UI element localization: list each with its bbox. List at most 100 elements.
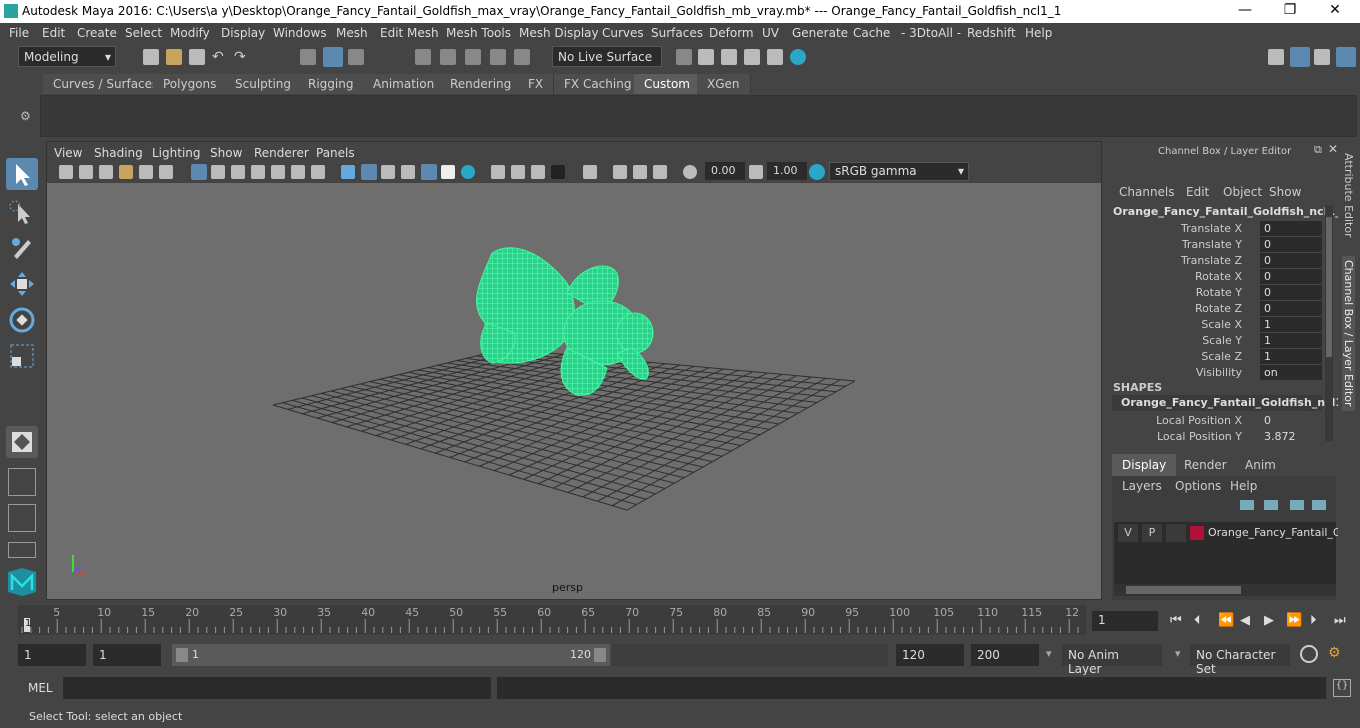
shelf-settings-gear-icon[interactable]: ⚙ xyxy=(20,109,31,123)
channel-value-field[interactable]: 0 xyxy=(1260,413,1322,428)
safe-action-icon[interactable] xyxy=(291,165,305,179)
channel-value-field[interactable]: 0 xyxy=(1260,253,1322,268)
menu-generate[interactable]: Generate xyxy=(792,26,848,40)
channel-row[interactable]: Translate X 0 xyxy=(1106,221,1322,237)
play-backwards-icon[interactable]: ◀ xyxy=(1240,613,1250,628)
shelf-tab-rigging[interactable]: Rigging xyxy=(298,74,365,94)
script-editor-icon[interactable]: {} xyxy=(1333,679,1351,697)
menu-surfaces[interactable]: Surfaces xyxy=(651,26,703,40)
close-button[interactable]: ✕ xyxy=(1320,2,1350,18)
shadows-icon[interactable] xyxy=(461,165,475,179)
render-current-frame-icon[interactable] xyxy=(721,49,737,65)
image-plane-icon[interactable] xyxy=(119,165,133,179)
channel-box-tab[interactable]: Channel Box / Layer Editor xyxy=(1342,256,1355,411)
workspace-icon[interactable] xyxy=(1268,49,1284,65)
menu-mesh[interactable]: Mesh xyxy=(336,26,368,40)
film-gate-icon[interactable] xyxy=(211,165,225,179)
menu-modify[interactable]: Modify xyxy=(170,26,210,40)
select-by-hierarchy-icon[interactable] xyxy=(300,49,316,65)
channel-row[interactable]: Rotate Y 0 xyxy=(1106,285,1322,301)
motion-blur-icon[interactable] xyxy=(511,165,525,179)
layer-tab-render[interactable]: Render xyxy=(1174,454,1237,476)
exposure-field[interactable]: 0.00 xyxy=(705,162,745,180)
go-to-start-icon[interactable]: ⏮ xyxy=(1170,613,1182,628)
scene-end-field[interactable]: 200 xyxy=(971,644,1039,666)
anim-layer-selector[interactable]: No Anim Layer xyxy=(1062,644,1162,676)
save-scene-icon[interactable] xyxy=(189,49,205,65)
cb-menu-channels[interactable]: Channels xyxy=(1119,185,1175,199)
range-slider[interactable]: 1 120 xyxy=(172,644,610,666)
make-live-icon[interactable] xyxy=(514,49,530,65)
vp-menu-renderer[interactable]: Renderer xyxy=(254,146,309,160)
new-scene-icon[interactable] xyxy=(143,49,159,65)
shape-channel-row[interactable]: Local Position X 0 xyxy=(1106,413,1322,429)
gamma-field[interactable]: 1.00 xyxy=(767,162,807,180)
exposure-icon[interactable] xyxy=(683,165,697,179)
channel-row[interactable]: Rotate X 0 xyxy=(1106,269,1322,285)
menu-mesh-tools[interactable]: Mesh Tools xyxy=(446,26,511,40)
select-by-object-icon[interactable] xyxy=(323,47,343,67)
antialiasing-icon[interactable] xyxy=(531,165,545,179)
shelf-tab-polygons[interactable]: Polygons xyxy=(153,74,228,94)
lights-icon[interactable] xyxy=(441,165,455,179)
menu-edit[interactable]: Edit xyxy=(42,26,65,40)
move-tool-icon[interactable] xyxy=(6,268,38,300)
step-forward-icon[interactable]: ⏵ xyxy=(1310,613,1317,628)
grid-toggle-icon[interactable] xyxy=(191,164,207,180)
vp-menu-shading[interactable]: Shading xyxy=(94,146,143,160)
scene-start-field[interactable]: 1 xyxy=(18,644,86,666)
menu-edit-mesh[interactable]: Edit Mesh xyxy=(380,26,439,40)
menu-windows[interactable]: Windows xyxy=(273,26,327,40)
hypershade-icon[interactable] xyxy=(790,49,806,65)
shelf-tab-curves-surfaces[interactable]: Curves / Surfaces xyxy=(43,74,170,94)
layer-menu-options[interactable]: Options xyxy=(1175,479,1221,493)
channel-value-field[interactable]: 3.872 xyxy=(1260,429,1322,444)
graph-layout-icon[interactable] xyxy=(8,542,36,558)
2d-pan-zoom-icon[interactable] xyxy=(139,165,153,179)
wireframe-on-shaded-icon[interactable] xyxy=(401,165,415,179)
shape-name-row[interactable]: Orange_Fancy_Fantail_Goldfish_ncl1... xyxy=(1112,395,1356,411)
channel-value-field[interactable]: 0 xyxy=(1260,269,1322,284)
anim-layer-chevron-down-icon[interactable]: ▾ xyxy=(1046,647,1052,660)
layer-name[interactable]: Orange_Fancy_Fantail_G xyxy=(1208,526,1341,539)
undo-icon[interactable]: ↶ xyxy=(212,49,228,65)
shelf-tab-animation[interactable]: Animation xyxy=(363,74,446,94)
3d-viewport[interactable]: persp xyxy=(47,183,1101,599)
float-panel-icon[interactable]: ⧉ xyxy=(1314,143,1322,157)
character-set-selector[interactable]: No Character Set xyxy=(1190,644,1290,676)
playback-end-field[interactable]: 120 xyxy=(896,644,964,666)
channel-row[interactable]: Scale Y 1 xyxy=(1106,333,1322,349)
menu-curves[interactable]: Curves xyxy=(602,26,644,40)
step-forward-key-icon[interactable]: ⏩ xyxy=(1286,613,1302,628)
select-tool-icon[interactable] xyxy=(6,158,38,190)
maya-tools-icon[interactable] xyxy=(6,566,38,598)
current-time-marker[interactable]: 1 xyxy=(24,618,31,632)
outliner-layout-icon[interactable] xyxy=(8,504,36,532)
layer-menu-help[interactable]: Help xyxy=(1230,479,1257,493)
go-to-end-icon[interactable]: ⏭ xyxy=(1334,613,1346,628)
snap-grid-icon[interactable] xyxy=(415,49,431,65)
channel-value-field[interactable]: 1 xyxy=(1260,349,1322,364)
close-panel-icon[interactable]: ✕ xyxy=(1328,142,1338,156)
ipr-render-icon[interactable] xyxy=(744,49,760,65)
menu-3dtoall[interactable]: - 3DtoAll - xyxy=(901,26,961,40)
channel-row[interactable]: Rotate Z 0 xyxy=(1106,301,1322,317)
grease-pencil-icon[interactable] xyxy=(159,165,173,179)
minimize-button[interactable]: — xyxy=(1230,2,1260,18)
colorspace-selector[interactable]: sRGB gamma ▾ xyxy=(829,162,969,181)
vp-menu-panels[interactable]: Panels xyxy=(316,146,355,160)
xray-active-icon[interactable] xyxy=(633,165,647,179)
camera-attributes-icon[interactable] xyxy=(79,165,93,179)
range-end-handle[interactable] xyxy=(594,648,606,662)
command-input[interactable] xyxy=(63,677,491,699)
snap-curve-icon[interactable] xyxy=(440,49,456,65)
layer-tab-display[interactable]: Display xyxy=(1112,454,1177,476)
channel-value-field[interactable]: 0 xyxy=(1260,285,1322,300)
layer-color-swatch[interactable] xyxy=(1190,526,1204,540)
xray-icon[interactable] xyxy=(613,165,627,179)
menu-cache[interactable]: Cache xyxy=(853,26,890,40)
screen-space-ao-icon[interactable] xyxy=(491,165,505,179)
shelf-tab-custom[interactable]: Custom xyxy=(634,74,701,94)
xray-joints-icon[interactable] xyxy=(653,165,667,179)
auto-key-icon[interactable] xyxy=(1300,645,1318,663)
